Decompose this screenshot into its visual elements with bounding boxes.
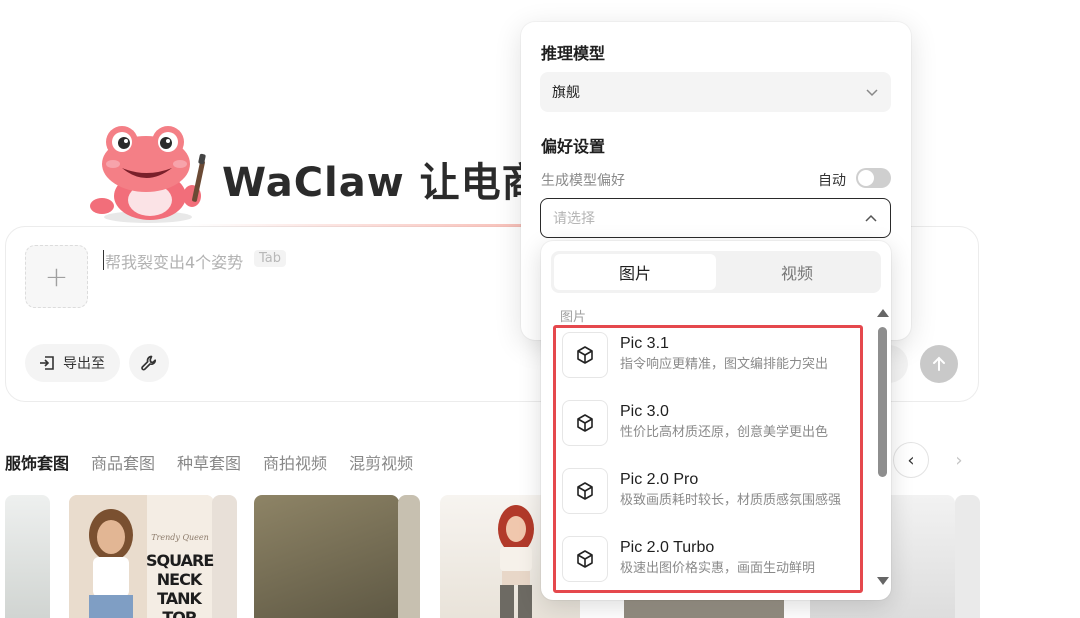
cube-icon xyxy=(562,536,608,582)
arrow-up-icon xyxy=(933,356,945,371)
cube-icon xyxy=(562,468,608,514)
tab-apparel-set[interactable]: 服饰套图 xyxy=(5,450,69,474)
text-caret xyxy=(103,250,104,270)
gen-model-placeholder: 请选择 xyxy=(553,211,595,227)
gallery-card-stack xyxy=(955,495,980,618)
export-icon xyxy=(40,356,54,370)
gen-model-select[interactable]: 请选择 xyxy=(540,198,891,238)
reasoning-model-select[interactable]: 旗舰 xyxy=(540,72,891,112)
model-list-popover: 图片 视频 图片 Pic 3.1 指令响应更精准，图文编排能力突出 Pic 3.… xyxy=(541,241,891,600)
chevron-right-icon: › xyxy=(955,449,963,471)
tab-product-video[interactable]: 商拍视频 xyxy=(263,450,327,474)
hero-title: WaClaw 让电商 xyxy=(222,160,543,206)
export-to-button[interactable]: 导出至 xyxy=(25,344,120,382)
reasoning-model-value: 旗舰 xyxy=(552,85,580,101)
scroll-up-arrow-icon[interactable] xyxy=(877,309,889,317)
export-label: 导出至 xyxy=(63,356,105,372)
model-name: Pic 2.0 Pro xyxy=(620,471,699,488)
reasoning-model-heading: 推理模型 xyxy=(541,44,606,63)
model-list-scrollbar[interactable] xyxy=(877,309,889,593)
tab-image[interactable]: 图片 xyxy=(554,254,716,290)
preferences-heading: 偏好设置 xyxy=(541,137,606,156)
category-tabs: 服饰套图 商品套图 种草套图 商拍视频 混剪视频 xyxy=(5,450,413,474)
gallery-card[interactable] xyxy=(5,495,50,618)
model-option-pic-3-0[interactable]: Pic 3.0 性价比高材质还原，创意美学更出色 xyxy=(562,400,860,464)
tab-key-hint: Tab xyxy=(254,250,287,267)
media-type-switch: 图片 视频 xyxy=(551,251,881,293)
upload-image-button[interactable]: + xyxy=(25,245,88,308)
wrench-icon xyxy=(141,355,157,371)
tab-mix-video[interactable]: 混剪视频 xyxy=(349,450,413,474)
model-option-pic-2-0-turbo[interactable]: Pic 2.0 Turbo 极速出图价格实惠，画面生动鲜明 xyxy=(562,536,860,600)
gen-model-preference-label: 生成模型偏好 xyxy=(541,173,625,189)
auto-toggle[interactable] xyxy=(856,168,891,188)
model-description: 指令响应更精准，图文编排能力突出 xyxy=(620,357,829,372)
model-name: Pic 3.1 xyxy=(620,335,669,352)
model-option-pic-2-0-pro[interactable]: Pic 2.0 Pro 极致画质耗时较长，材质质感氛围感强 xyxy=(562,468,860,532)
chevron-down-icon xyxy=(866,89,878,97)
prompt-input[interactable]: 帮我裂变出4个姿势 xyxy=(105,249,243,273)
model-description: 极速出图价格实惠，画面生动鲜明 xyxy=(620,561,816,576)
scroll-down-arrow-icon[interactable] xyxy=(877,577,889,585)
tools-button[interactable] xyxy=(129,344,169,382)
scrollbar-thumb[interactable] xyxy=(878,327,887,477)
auto-label: 自动 xyxy=(818,173,846,189)
send-button[interactable] xyxy=(920,345,958,383)
model-description: 性价比高材质还原，创意美学更出色 xyxy=(620,425,829,440)
poster-title-text: SQUARE NECK TANK TOP xyxy=(146,551,214,618)
tab-product-set[interactable]: 商品套图 xyxy=(91,450,155,474)
plus-icon: + xyxy=(44,260,69,293)
chevron-left-icon: ‹ xyxy=(907,449,915,471)
chevron-up-icon xyxy=(865,214,877,222)
poster-script-text: Trendy Queen xyxy=(151,533,209,542)
gallery-card[interactable] xyxy=(254,495,399,618)
cube-icon xyxy=(562,400,608,446)
model-list-highlight: Pic 3.1 指令响应更精准，图文编排能力突出 Pic 3.0 性价比高材质还… xyxy=(553,325,863,593)
model-name: Pic 3.0 xyxy=(620,403,669,420)
model-description: 极致画质耗时较长，材质质感氛围感强 xyxy=(620,493,842,508)
tab-seeding-set[interactable]: 种草套图 xyxy=(177,450,241,474)
tab-video[interactable]: 视频 xyxy=(716,254,878,290)
model-option-pic-3-1[interactable]: Pic 3.1 指令响应更精准，图文编排能力突出 xyxy=(562,332,860,396)
gallery-card-stack xyxy=(212,495,237,618)
frog-mascot-logo xyxy=(90,126,206,223)
template-gallery: Trendy Queen SQUARE NECK TANK TOP xyxy=(0,495,1080,618)
model-name: Pic 2.0 Turbo xyxy=(620,539,715,556)
model-group-label: 图片 xyxy=(560,310,587,325)
gallery-prev-button[interactable]: ‹ xyxy=(893,442,929,478)
cube-icon xyxy=(562,332,608,378)
gallery-card-stack xyxy=(398,495,420,618)
gallery-next-button[interactable]: › xyxy=(941,442,977,478)
